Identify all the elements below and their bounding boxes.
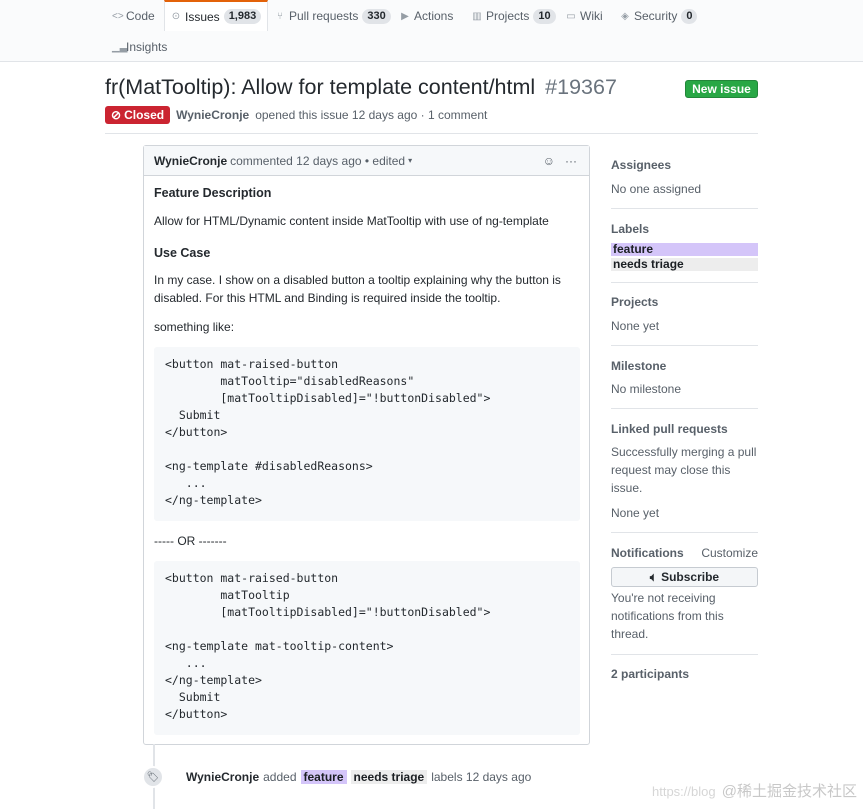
- repo-nav: <> Code ⊙ Issues 1,983 ⑂ Pull requests 3…: [0, 0, 863, 62]
- event-author-link[interactable]: WynieCronje: [186, 770, 259, 784]
- linked-pull-requests-value: None yet: [611, 506, 660, 520]
- status-text: Closed: [124, 108, 165, 122]
- bell-icon: 🔈︎: [649, 569, 658, 584]
- tab-label: Wiki: [580, 9, 603, 23]
- git-pull-request-icon: ⑂: [277, 10, 283, 22]
- play-icon: ▶: [401, 10, 409, 22]
- feature-description-heading: Feature Description: [154, 186, 272, 200]
- sidebar-divider: [611, 654, 758, 655]
- add-reaction-icon[interactable]: ☺: [543, 154, 555, 168]
- subscribe-label: Subscribe: [661, 570, 720, 584]
- participants-heading: 2 participants: [611, 667, 690, 681]
- comment-author-link[interactable]: WynieCronje: [154, 154, 227, 168]
- label-feature[interactable]: feature: [611, 243, 758, 256]
- something-like-text: something like:: [154, 320, 235, 334]
- notifications-text: You're not receiving notifications from …: [611, 591, 724, 641]
- tab-label: Pull requests: [289, 9, 359, 23]
- label-feature[interactable]: feature: [300, 770, 347, 784]
- watermark-url: https://blog: [651, 784, 716, 799]
- project-icon: ▥: [472, 10, 482, 22]
- sidebar-divider: [611, 282, 758, 283]
- tab-label: Code: [126, 9, 155, 23]
- timeline-event: WynieCronje added feature needs triage l…: [186, 770, 531, 784]
- tab-security[interactable]: ◈ Security 0: [620, 6, 698, 26]
- shield-icon: ◈: [621, 10, 629, 22]
- assignees-value: No one assigned: [611, 182, 702, 196]
- issue-author-link[interactable]: WynieCronje: [176, 108, 249, 122]
- chevron-down-icon[interactable]: ▾: [408, 156, 412, 165]
- tab-count: 10: [533, 8, 556, 24]
- labels-heading[interactable]: Labels: [611, 222, 649, 236]
- issue-closed-icon: ⊘: [111, 108, 122, 122]
- tab-count: 1,983: [223, 9, 262, 24]
- event-suffix: labels 12 days ago: [431, 770, 532, 784]
- subscribe-button[interactable]: 🔈︎ Subscribe: [611, 567, 758, 587]
- tab-actions[interactable]: ▶ Actions: [400, 6, 453, 26]
- sidebar-divider: [611, 208, 758, 209]
- watermark: https://blog @稀土掘金技术社区: [652, 780, 857, 801]
- watermark-text: @稀土掘金技术社区: [721, 783, 857, 800]
- tab-wiki[interactable]: ▭ Wiki: [566, 6, 603, 26]
- milestone-heading[interactable]: Milestone: [611, 359, 666, 373]
- code-block: <button mat-raised-button matTooltip [ma…: [154, 561, 580, 735]
- code-icon: <>: [112, 10, 124, 22]
- comment-meta[interactable]: commented 12 days ago • edited: [230, 154, 405, 168]
- tab-label: Issues: [185, 9, 220, 24]
- tab-count: 330: [362, 8, 391, 24]
- tab-label: Security: [634, 9, 678, 23]
- header-divider: [105, 133, 758, 134]
- comment-header: WynieCronje commented 12 days ago • edit…: [144, 146, 589, 176]
- issue-title: fr(MatTooltip): Allow for template conte…: [105, 75, 617, 100]
- tab-label: Actions: [414, 9, 454, 23]
- issue-number: #19367: [545, 75, 617, 99]
- sidebar-divider: [611, 345, 758, 346]
- label-needs-triage[interactable]: needs triage: [350, 770, 428, 784]
- more-options-icon[interactable]: ···: [565, 154, 577, 168]
- sidebar-divider: [611, 408, 758, 409]
- tab-projects[interactable]: ▥ Projects 10: [472, 6, 556, 26]
- feature-description-text: Allow for HTML/Dynamic content inside Ma…: [154, 214, 549, 228]
- tab-label: Projects: [486, 9, 530, 23]
- book-icon: ▭: [566, 10, 576, 22]
- linked-pull-requests-heading[interactable]: Linked pull requests: [611, 422, 728, 436]
- code-block: <button mat-raised-button matTooltip="di…: [154, 347, 580, 521]
- use-case-text: In my case. I show on a disabled button …: [154, 273, 561, 305]
- graph-icon: ▁▃: [112, 41, 128, 53]
- linked-pull-requests-text: Successfully merging a pull request may …: [611, 445, 757, 495]
- issue-comment: WynieCronje commented 12 days ago • edit…: [143, 145, 590, 745]
- or-separator-text: ----- OR -------: [154, 534, 227, 548]
- assignees-heading[interactable]: Assignees: [611, 158, 671, 172]
- tab-code[interactable]: <> Code: [112, 6, 155, 26]
- issue-title-text: fr(MatTooltip): Allow for template conte…: [105, 75, 536, 99]
- milestone-value: No milestone: [611, 382, 682, 396]
- tag-icon: 🏷︎: [142, 766, 164, 788]
- sidebar-divider: [611, 532, 758, 533]
- issue-meta: ⊘ Closed WynieCronje opened this issue 1…: [105, 106, 487, 124]
- status-badge: ⊘ Closed: [105, 106, 171, 124]
- tab-count: 0: [681, 8, 698, 24]
- label-needs-triage[interactable]: needs triage: [611, 258, 758, 271]
- event-action: added: [263, 770, 297, 784]
- projects-value: None yet: [611, 319, 660, 333]
- use-case-heading: Use Case: [154, 246, 211, 260]
- issue-meta-text: opened this issue 12 days ago · 1 commen…: [255, 108, 488, 122]
- tab-issues[interactable]: ⊙ Issues 1,983: [164, 0, 269, 31]
- new-issue-button[interactable]: New issue: [685, 80, 758, 98]
- tab-pull-requests[interactable]: ⑂ Pull requests 330: [275, 6, 391, 26]
- projects-heading[interactable]: Projects: [611, 295, 658, 309]
- tab-label: Insights: [126, 40, 168, 54]
- tab-insights[interactable]: ▁▃ Insights: [112, 37, 167, 57]
- customize-link[interactable]: Customize: [611, 544, 758, 562]
- issue-opened-icon: ⊙: [171, 11, 181, 22]
